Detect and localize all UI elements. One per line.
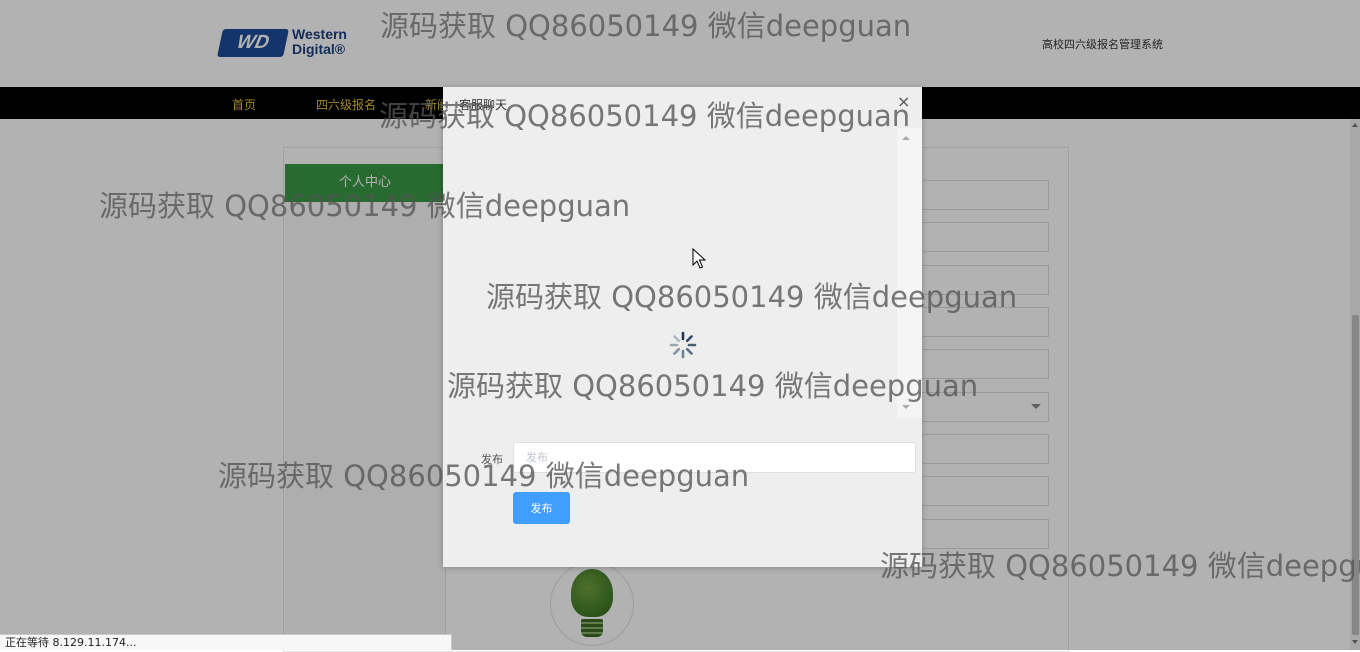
mouse-cursor-icon <box>692 248 706 269</box>
chat-scrollbar[interactable] <box>897 128 922 418</box>
browser-status-bar: 正在等待 8.129.11.174... <box>0 634 452 650</box>
message-input[interactable] <box>513 442 916 473</box>
chat-message-area <box>443 128 897 418</box>
publish-field-label: 发布 <box>481 453 503 466</box>
publish-button[interactable]: 发布 <box>513 492 570 524</box>
chat-scroll-up-icon[interactable] <box>902 136 910 140</box>
close-icon[interactable]: × <box>897 94 910 110</box>
loading-spinner-icon <box>669 331 697 359</box>
modal-title: 客服聊天 <box>459 98 508 112</box>
chat-scroll-down-icon[interactable] <box>902 405 910 409</box>
